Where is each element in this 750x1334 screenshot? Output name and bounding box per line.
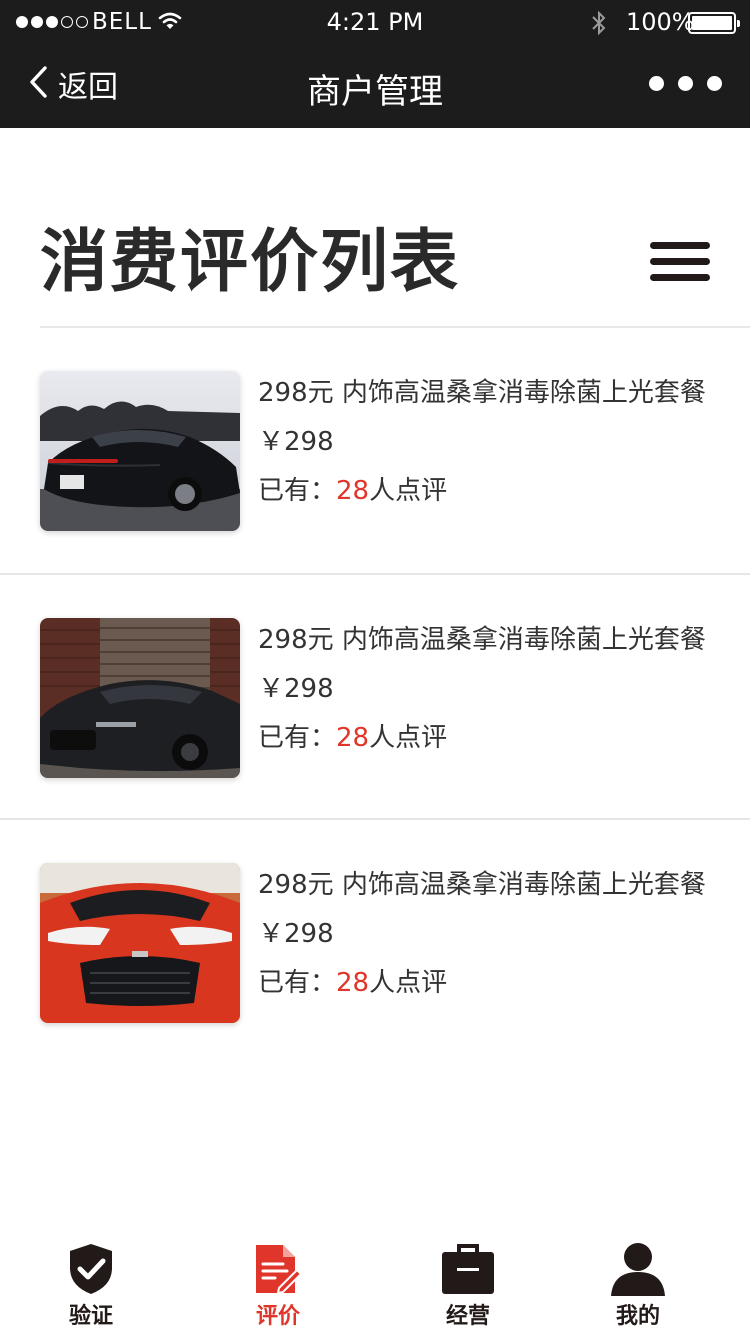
nav-title: 商户管理: [307, 72, 443, 112]
tab-business[interactable]: 经营: [408, 1242, 528, 1332]
review-list: 298元 内饰高温桑拿消毒除菌上光套餐 ￥298 已有：28人点评 298元 内…: [0, 328, 750, 1063]
tab-label: 经营: [445, 1304, 490, 1329]
status-bar: BELL 4:21 PM 100%: [0, 0, 750, 46]
briefcase-icon: [441, 1242, 495, 1300]
review-item[interactable]: 298元 内饰高温桑拿消毒除菌上光套餐 ￥298 已有：28人点评: [0, 818, 750, 1063]
review-info: 298元 内饰高温桑拿消毒除菌上光套餐 ￥298 已有：28人点评: [258, 869, 708, 999]
service-title: 298元 内饰高温桑拿消毒除菌上光套餐: [258, 625, 706, 655]
document-edit-icon: [253, 1242, 303, 1300]
user-icon: [610, 1242, 666, 1300]
review-count: 28: [336, 476, 370, 506]
service-title: 298元 内饰高温桑拿消毒除菌上光套餐: [258, 870, 706, 900]
more-dot-icon: [649, 76, 664, 91]
review-count: 28: [336, 723, 370, 753]
car-photo-black-audi: [40, 618, 240, 778]
hamburger-menu-icon[interactable]: [650, 242, 710, 282]
bottom-tab-bar: 验证 评价 经营 我的: [0, 1230, 750, 1334]
service-price: ￥298: [258, 919, 334, 949]
review-count-suffix: 人点评: [369, 968, 448, 998]
tab-verify[interactable]: 验证: [31, 1242, 151, 1332]
review-count-prefix: 已有：: [258, 968, 337, 998]
tab-review[interactable]: 评价: [218, 1242, 338, 1332]
top-bar: BELL 4:21 PM 100% 返回 商户管理: [0, 0, 750, 128]
battery-icon: [688, 12, 740, 34]
review-count-suffix: 人点评: [369, 476, 448, 506]
navigation-bar: 返回 商户管理: [0, 46, 750, 128]
tab-label: 评价: [255, 1304, 300, 1329]
review-count-line: 已有：28人点评: [258, 717, 708, 754]
service-title: 298元 内饰高温桑拿消毒除菌上光套餐: [258, 378, 706, 408]
tab-label: 验证: [68, 1304, 113, 1329]
more-options-button[interactable]: [649, 76, 722, 91]
review-count-line: 已有：28人点评: [258, 962, 708, 999]
battery-percentage: 100%: [626, 8, 695, 36]
review-info: 298元 内饰高温桑拿消毒除菌上光套餐 ￥298 已有：28人点评: [258, 624, 708, 754]
bluetooth-icon: [590, 10, 608, 40]
shield-check-icon: [68, 1242, 114, 1300]
service-price: ￥298: [258, 674, 334, 704]
merchant-review-list-screen: BELL 4:21 PM 100% 返回 商户管理 消费评价列表 298元 内饰…: [0, 0, 750, 1334]
review-item[interactable]: 298元 内饰高温桑拿消毒除菌上光套餐 ￥298 已有：28人点评: [0, 328, 750, 573]
review-info: 298元 内饰高温桑拿消毒除菌上光套餐 ￥298 已有：28人点评: [258, 377, 708, 507]
tab-label: 我的: [615, 1304, 660, 1329]
tab-mine[interactable]: 我的: [578, 1242, 698, 1332]
review-count-line: 已有：28人点评: [258, 470, 708, 507]
more-dot-icon: [707, 76, 722, 91]
review-count-suffix: 人点评: [369, 723, 448, 753]
review-count-prefix: 已有：: [258, 723, 337, 753]
more-dot-icon: [678, 76, 693, 91]
service-price: ￥298: [258, 427, 334, 457]
page-title: 消费评价列表: [40, 223, 461, 302]
car-photo-black-porsche: [40, 371, 240, 531]
review-item[interactable]: 298元 内饰高温桑拿消毒除菌上光套餐 ￥298 已有：28人点评: [0, 573, 750, 818]
review-count-prefix: 已有：: [258, 476, 337, 506]
car-photo-red-gtr: [40, 863, 240, 1023]
review-count: 28: [336, 968, 370, 998]
